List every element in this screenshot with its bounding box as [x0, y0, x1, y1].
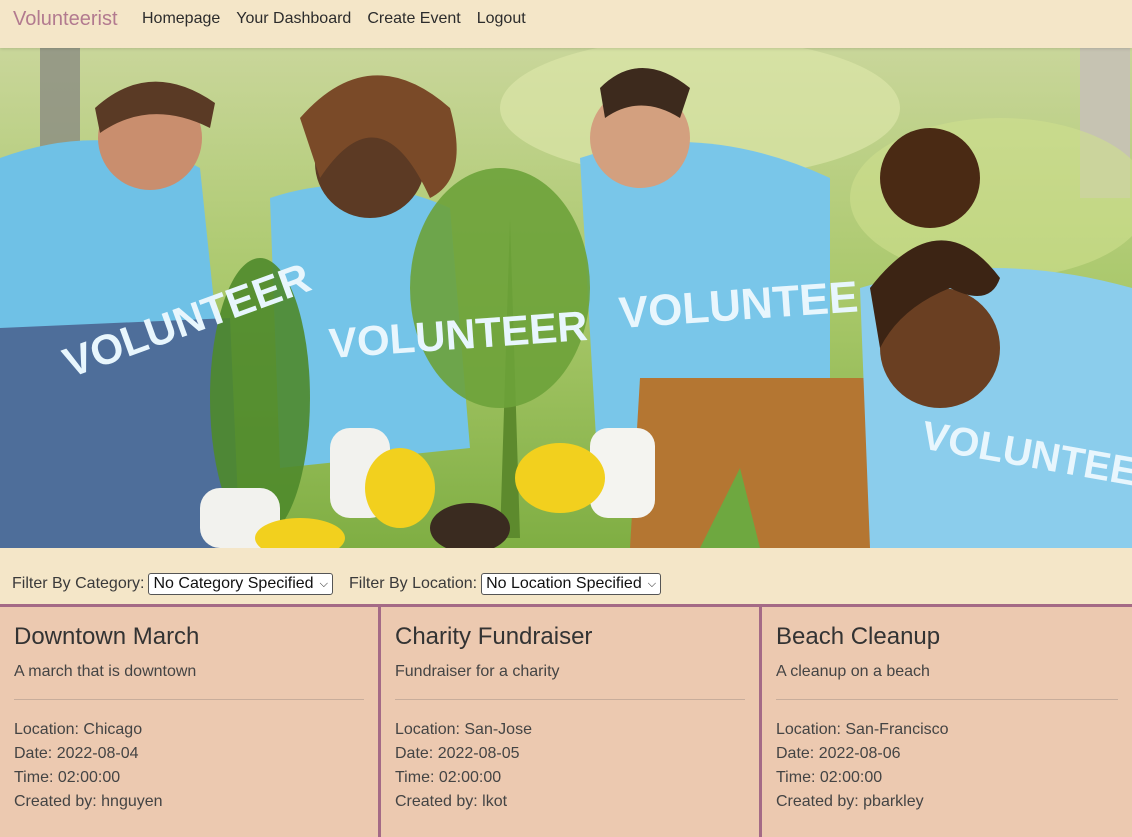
event-card[interactable]: Downtown March A march that is downtown … [0, 604, 378, 837]
event-title[interactable]: Charity Fundraiser [395, 623, 745, 651]
hero-image: VOLUNTEER VOLUNTEE VOLUNTEER VOLUNTEER [0, 48, 1132, 548]
volunteers-planting-photo: VOLUNTEER VOLUNTEE VOLUNTEER VOLUNTEER [0, 48, 1132, 548]
event-time: Time: 02:00:00 [395, 769, 502, 786]
nav-link-logout[interactable]: Logout [477, 10, 526, 28]
card-divider [14, 699, 364, 700]
event-creator: Created by: pbarkley [776, 793, 924, 810]
event-description: Fundraiser for a charity [395, 663, 560, 680]
category-select[interactable]: No Category Specified ⌵ [148, 573, 333, 595]
category-filter-label: Filter By Category: [12, 575, 145, 592]
event-cards: Downtown March A march that is downtown … [0, 604, 1132, 837]
event-creator: Created by: lkot [395, 793, 508, 810]
card-divider [776, 699, 1118, 700]
category-filter: Filter By Category: No Category Specifie… [12, 573, 333, 595]
event-location: Location: Chicago [14, 721, 143, 738]
nav-links: Homepage Your Dashboard Create Event Log… [142, 10, 526, 28]
event-time: Time: 02:00:00 [14, 769, 121, 786]
brand-logo-link[interactable]: Volunteerist [13, 8, 118, 31]
nav-link-create-event[interactable]: Create Event [367, 10, 460, 28]
event-time: Time: 02:00:00 [776, 769, 883, 786]
event-card[interactable]: Charity Fundraiser Fundraiser for a char… [378, 604, 759, 837]
event-date: Date: 2022-08-06 [776, 745, 901, 762]
event-description: A march that is downtown [14, 663, 197, 680]
event-creator: Created by: hnguyen [14, 793, 163, 810]
location-filter-label: Filter By Location: [349, 575, 478, 592]
event-location: Location: San-Francisco [776, 721, 949, 738]
location-select[interactable]: No Location Specified ⌵ [481, 573, 662, 595]
event-date: Date: 2022-08-04 [14, 745, 139, 762]
location-filter: Filter By Location: No Location Specifie… [349, 573, 662, 595]
event-date: Date: 2022-08-05 [395, 745, 520, 762]
location-select-value: No Location Specified [486, 575, 642, 592]
nav-link-dashboard[interactable]: Your Dashboard [236, 10, 351, 28]
filters-bar: Filter By Category: No Category Specifie… [0, 548, 1132, 604]
event-description: A cleanup on a beach [776, 663, 930, 680]
nav-link-homepage[interactable]: Homepage [142, 10, 220, 28]
category-select-value: No Category Specified [153, 575, 314, 592]
top-navbar: Volunteerist Homepage Your Dashboard Cre… [0, 0, 1132, 48]
event-title[interactable]: Beach Cleanup [776, 623, 1118, 651]
event-card[interactable]: Beach Cleanup A cleanup on a beach Locat… [759, 604, 1132, 837]
chevron-down-icon: ⌵ [319, 577, 328, 590]
card-divider [395, 699, 745, 700]
event-location: Location: San-Jose [395, 721, 532, 738]
event-title[interactable]: Downtown March [14, 623, 364, 651]
chevron-down-icon: ⌵ [647, 577, 657, 590]
